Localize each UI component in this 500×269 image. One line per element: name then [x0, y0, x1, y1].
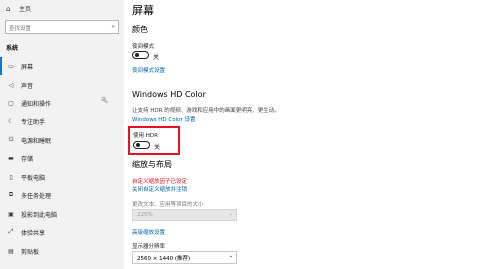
tablet-icon: ▯ — [9, 173, 13, 181]
resolution-dropdown[interactable]: 2560 × 1440 (推荐) ⌄ — [132, 251, 237, 264]
sidebar-item-label: 存储 — [21, 155, 34, 163]
chevron-down-icon: ⌄ — [228, 253, 233, 259]
search-placeholder: 查找设置 — [9, 26, 32, 32]
nav-home[interactable]: ⌂ 主页 — [6, 4, 32, 14]
resolution-label: 显示器分辨率 — [132, 244, 166, 250]
hdr-settings-link[interactable]: Windows HD Color 设置 — [132, 115, 196, 123]
use-hdr-state: 关 — [154, 144, 161, 151]
notification-icon: ▢ — [8, 99, 14, 107]
chevron-down-icon: ⌄ — [228, 211, 233, 217]
nav-home-label: 主页 — [19, 6, 32, 13]
sidebar-item-label: 投影到此电脑 — [21, 211, 58, 219]
moon-icon: ☾ — [8, 117, 14, 125]
settings-sidebar: ⌂ 主页 查找设置 ⌕ 系统 ▭ 屏幕 ◁ 声音 ▢ 通知和操作 ☾ 专注助手 … — [0, 0, 124, 269]
sidebar-item-label: 声音 — [21, 82, 34, 90]
sidebar-item-projecting[interactable]: ▣ 投影到此电脑 — [0, 205, 124, 223]
sidebar-item-label: 体验共享 — [21, 229, 46, 237]
page-title: 屏幕 — [132, 4, 154, 17]
sidebar-item-label: 电源和睡眠 — [21, 137, 52, 145]
custom-scale-signout-link[interactable]: 关闭自定义缩放并注销 — [132, 185, 187, 193]
sidebar-item-label: 专注助手 — [21, 118, 46, 126]
sidebar-item-label: 通知和操作 — [21, 100, 52, 108]
toggle-knob — [135, 143, 140, 147]
text-size-value: 225% — [137, 212, 153, 218]
color-heading: 颜色 — [132, 25, 148, 34]
hdr-description: 让支持 HDR 的视频、游戏和应用中的画面更明亮、更生动。 — [132, 108, 280, 114]
night-light-toggle[interactable] — [132, 51, 149, 59]
search-icon[interactable]: ⌕ — [112, 23, 115, 31]
mouse-cursor-icon: ↖ — [101, 96, 109, 106]
speaker-icon: ◁ — [8, 81, 14, 89]
toggle-knob — [134, 53, 139, 57]
monitor-icon: ▭ — [8, 62, 14, 70]
night-light-label: 夜间模式 — [132, 44, 155, 50]
night-light-settings-link[interactable]: 夜间模式设置 — [132, 66, 165, 74]
sidebar-item-tablet[interactable]: ▯ 平板电脑 — [0, 168, 124, 186]
projector-icon: ▣ — [8, 210, 14, 218]
advanced-scaling-link[interactable]: 高级缩放设置 — [132, 228, 165, 236]
sidebar-item-storage[interactable]: ▬ 存储 — [0, 149, 124, 167]
sidebar-item-power[interactable]: ⏻ 电源和睡眠 — [0, 131, 124, 149]
sidebar-item-label: 剪贴板 — [21, 248, 40, 256]
clipboard-icon: ▤ — [8, 247, 14, 255]
sidebar-item-clipboard[interactable]: ▤ 剪贴板 — [0, 242, 124, 260]
sidebar-item-focus-assist[interactable]: ☾ 专注助手 — [0, 112, 124, 130]
settings-search-input[interactable]: 查找设置 ⌕ — [5, 20, 119, 34]
multitask-icon: ⧉ — [8, 191, 14, 198]
sidebar-item-label: 多任务处理 — [21, 192, 52, 200]
resolution-value: 2560 × 1440 (推荐) — [137, 256, 191, 262]
home-icon: ⌂ — [6, 4, 11, 13]
storage-icon: ▬ — [8, 154, 14, 162]
scale-layout-heading: 缩放与布局 — [132, 160, 172, 169]
use-hdr-label: 使用 HDR — [133, 133, 158, 139]
hdr-heading: Windows HD Color — [132, 90, 206, 99]
sidebar-item-sound[interactable]: ◁ 声音 — [0, 76, 124, 94]
use-hdr-toggle[interactable] — [133, 141, 150, 149]
text-size-label: 更改文本、应用等项目的大小 — [132, 202, 204, 208]
display-settings-panel: 屏幕 颜色 夜间模式 关 夜间模式设置 Windows HD Color 让支持… — [124, 0, 500, 269]
sidebar-item-display[interactable]: ▭ 屏幕 — [0, 57, 124, 75]
sidebar-item-label: 屏幕 — [21, 63, 34, 71]
sidebar-item-shared-experiences[interactable]: ⤢ 体验共享 — [0, 223, 124, 241]
sidebar-section-title: 系统 — [6, 45, 19, 52]
sidebar-item-multitasking[interactable]: ⧉ 多任务处理 — [0, 186, 124, 204]
power-icon: ⏻ — [8, 136, 14, 143]
share-icon: ⤢ — [8, 228, 14, 235]
text-size-dropdown[interactable]: 225% ⌄ — [132, 209, 237, 221]
sidebar-item-label: 平板电脑 — [21, 174, 46, 182]
night-light-state: 关 — [153, 54, 160, 61]
custom-scale-notice: 自定义缩放因子已设定 — [132, 179, 188, 185]
